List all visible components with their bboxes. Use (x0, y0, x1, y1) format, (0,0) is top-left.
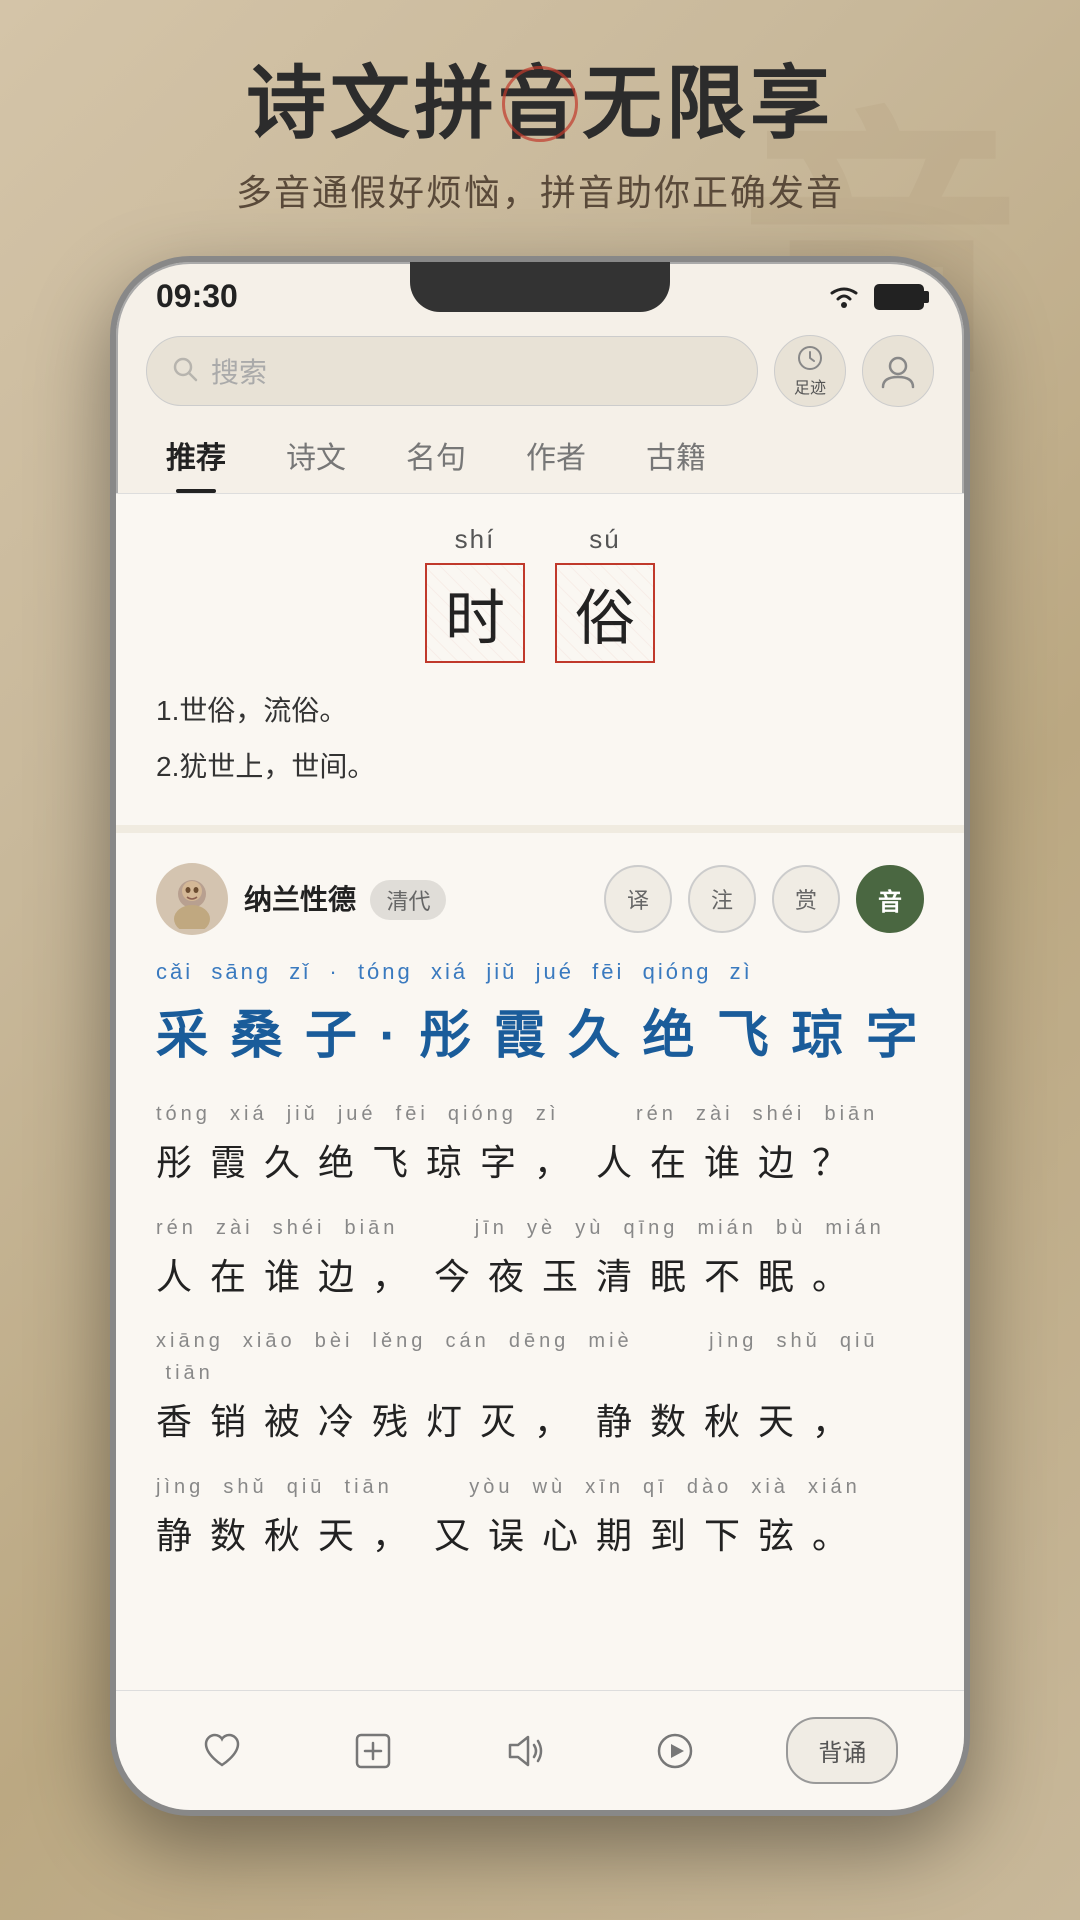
appreciate-button[interactable]: 赏 (772, 865, 840, 933)
poem-card: 纳兰性德 清代 译 注 赏 音 cǎi sāng zǐ · tóng xiá j… (116, 833, 964, 1693)
title-char-2: 无限享 (582, 59, 834, 148)
audio-action-button[interactable]: 音 (856, 865, 924, 933)
avatar-image (162, 869, 222, 929)
tab-poetry[interactable]: 诗文 (266, 417, 366, 493)
audio-button[interactable] (484, 1711, 564, 1791)
search-input-wrap[interactable]: 搜索 (146, 336, 758, 406)
play-button[interactable] (635, 1711, 715, 1791)
poem-line-3: xiāng xiāo bèi lěng cán dēng miè jìng sh… (156, 1325, 924, 1451)
history-label: 足迹 (794, 374, 826, 398)
char-definition-2: 2.犹世上，世间。 (156, 739, 924, 795)
status-time: 09:30 (156, 278, 238, 315)
search-icon (171, 355, 199, 388)
poem-line-2-text: 人 在 谁 边 ， 今 夜 玉 清 眠 不 眠 。 (156, 1248, 924, 1306)
like-button[interactable] (182, 1711, 262, 1791)
poem-title-area: cǎi sāng zǐ · tóng xiá jiǔ jué fēi qióng… (156, 959, 924, 1068)
char-card: shí 时 sú 俗 1.世俗，流俗。 2.犹世上，世间。 (116, 494, 964, 833)
speaker-icon (502, 1729, 546, 1773)
header: 诗文拼音无限享 多音通假好烦恼，拼音助你正确发音 (0, 0, 1080, 256)
poem-line-4: jìng shǔ qiū tiān yòu wù xīn qī dào xià … (156, 1471, 924, 1565)
char-item-su: sú 俗 (555, 524, 655, 663)
author-details: 纳兰性德 清代 (244, 878, 446, 920)
char-pinyin-su: sú (589, 524, 620, 555)
author-name: 纳兰性德 (244, 884, 356, 915)
status-icons (826, 283, 924, 311)
title-highlight-char: 音 (498, 60, 582, 148)
poem-header: 纳兰性德 清代 译 注 赏 音 (156, 863, 924, 935)
annotate-button[interactable]: 注 (688, 865, 756, 933)
poem-line-1: tóng xiá jiǔ jué fēi qióng zì rén zài sh… (156, 1098, 924, 1192)
poem-line-2: rén zài shéi biān jīn yè yù qīng mián bù… (156, 1212, 924, 1306)
poem-line-1-pinyin: tóng xiá jiǔ jué fēi qióng zì rén zài sh… (156, 1098, 924, 1130)
main-scroll-area[interactable]: 搜索 足迹 推荐 诗文 名句 作者 古籍 (116, 325, 964, 1693)
char-item-shi: shí 时 (425, 524, 525, 663)
poem-content: tóng xiá jiǔ jué fēi qióng zì rén zài sh… (156, 1098, 924, 1564)
phone-notch (410, 262, 670, 312)
char-display: shí 时 sú 俗 (156, 524, 924, 663)
tab-quotes[interactable]: 名句 (386, 417, 486, 493)
poem-line-1-text: 彤 霞 久 绝 飞 琼 字 ， 人 在 谁 边 ？ (156, 1134, 924, 1192)
search-bar-row: 搜索 足迹 (116, 325, 964, 417)
phone-frame: 09:30 搜索 (110, 256, 970, 1816)
header-title: 诗文拼音无限享 (246, 60, 834, 148)
char-pinyin-shi: shí (455, 524, 496, 555)
char-definition-1: 1.世俗，流俗。 (156, 683, 924, 739)
title-char-1: 诗文拼 (246, 59, 498, 148)
poem-line-3-text: 香 销 被 冷 残 灯 灭 ， 静 数 秋 天 ， (156, 1393, 924, 1451)
char-box-shi[interactable]: 时 (425, 563, 525, 663)
bottom-padding (156, 1584, 924, 1693)
avatar (156, 863, 228, 935)
search-placeholder: 搜索 (211, 351, 267, 391)
profile-button[interactable] (862, 335, 934, 407)
bottom-nav: 背诵 (116, 1690, 964, 1810)
wifi-icon (826, 283, 862, 311)
add-button[interactable] (333, 1711, 413, 1791)
poem-line-4-pinyin: jìng shǔ qiū tiān yòu wù xīn qī dào xià … (156, 1471, 924, 1503)
tab-authors[interactable]: 作者 (506, 417, 606, 493)
plus-icon (351, 1729, 395, 1773)
header-subtitle: 多音通假好烦恼，拼音助你正确发音 (40, 164, 1040, 216)
char-definitions: 1.世俗，流俗。 2.犹世上，世间。 (156, 683, 924, 795)
poem-actions: 译 注 赏 音 (604, 865, 924, 933)
char-box-su[interactable]: 俗 (555, 563, 655, 663)
translate-button[interactable]: 译 (604, 865, 672, 933)
history-icon (794, 344, 826, 372)
poem-line-3-pinyin: xiāng xiāo bèi lěng cán dēng miè jìng sh… (156, 1325, 924, 1389)
history-button[interactable]: 足迹 (774, 335, 846, 407)
tab-classics[interactable]: 古籍 (626, 417, 726, 493)
nav-tabs: 推荐 诗文 名句 作者 古籍 (116, 417, 964, 494)
profile-icon (878, 351, 918, 391)
play-icon (653, 1729, 697, 1773)
battery-icon (874, 284, 924, 310)
author-info: 纳兰性德 清代 (156, 863, 446, 935)
poem-title-pinyin: cǎi sāng zǐ · tóng xiá jiǔ jué fēi qióng… (156, 959, 924, 985)
heart-icon (200, 1729, 244, 1773)
tab-recommend[interactable]: 推荐 (146, 417, 246, 493)
poem-line-4-text: 静 数 秋 天 ， 又 误 心 期 到 下 弦 。 (156, 1507, 924, 1565)
poem-title: 采 桑 子 · 彤 霞 久 绝 飞 琼 字 (156, 993, 924, 1068)
poem-line-2-pinyin: rén zài shéi biān jīn yè yù qīng mián bù… (156, 1212, 924, 1244)
recite-button[interactable]: 背诵 (786, 1717, 898, 1784)
dynasty-badge: 清代 (370, 880, 446, 920)
